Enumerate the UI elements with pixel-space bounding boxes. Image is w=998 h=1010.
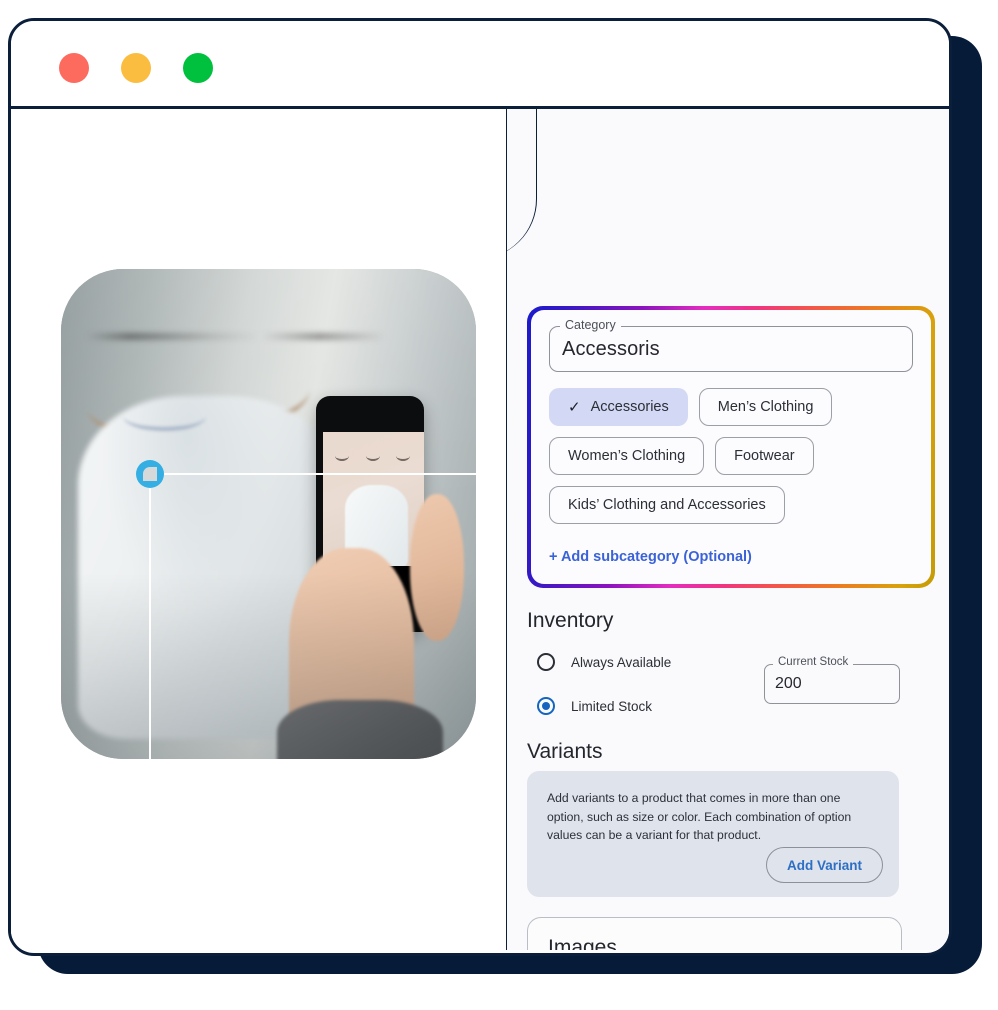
images-heading: Images bbox=[548, 936, 617, 950]
category-input-value: Accessoris bbox=[562, 337, 660, 360]
category-chip-label: Women’s Clothing bbox=[568, 448, 686, 464]
variants-panel: Add variants to a product that comes in … bbox=[527, 771, 899, 897]
variants-description: Add variants to a product that comes in … bbox=[547, 791, 852, 843]
product-image-pane bbox=[11, 109, 506, 950]
crop-handle-top-left[interactable] bbox=[136, 460, 164, 488]
category-chip-label: Kids’ Clothing and Accessories bbox=[568, 497, 766, 513]
category-chip-group: ✓ Accessories Men’s Clothing Women’s Clo… bbox=[549, 388, 913, 524]
window-body: Category Accessoris ✓ Accessories Men’s bbox=[11, 109, 949, 950]
maximize-window-button[interactable] bbox=[183, 53, 213, 83]
inventory-radio-group: Always Available Limited Stock bbox=[537, 647, 671, 735]
current-stock-label: Current Stock bbox=[773, 656, 854, 669]
add-subcategory-link[interactable]: + Add subcategory (Optional) bbox=[549, 549, 752, 565]
add-variant-button[interactable]: Add Variant bbox=[765, 847, 883, 883]
category-chip-footwear[interactable]: Footwear bbox=[715, 437, 814, 475]
inventory-option-label: Limited Stock bbox=[571, 698, 653, 714]
category-chip-womens-clothing[interactable]: Women’s Clothing bbox=[549, 437, 705, 475]
inventory-option-limited-stock[interactable]: Limited Stock bbox=[537, 691, 671, 721]
category-chip-row: Women’s Clothing Footwear bbox=[549, 437, 913, 475]
minimize-window-button[interactable] bbox=[121, 53, 151, 83]
crop-selection-rectangle[interactable] bbox=[136, 460, 476, 759]
category-chip-row: ✓ Accessories Men’s Clothing bbox=[549, 388, 913, 426]
category-chip-label: Men’s Clothing bbox=[717, 399, 814, 415]
category-section-inner: Category Accessoris ✓ Accessories Men’s bbox=[531, 310, 931, 584]
category-chip-row: Kids’ Clothing and Accessories bbox=[549, 486, 913, 524]
category-chip-label: Footwear bbox=[734, 448, 795, 464]
images-panel: Images Add images to show your product i… bbox=[527, 917, 902, 950]
current-stock-value: 200 bbox=[775, 675, 802, 692]
close-window-button[interactable] bbox=[59, 53, 89, 83]
scene: Category Accessoris ✓ Accessories Men’s bbox=[0, 0, 998, 1010]
category-input[interactable]: Category Accessoris bbox=[549, 319, 913, 372]
inventory-option-always-available[interactable]: Always Available bbox=[537, 647, 671, 677]
category-section-card: Category Accessoris ✓ Accessories Men’s bbox=[527, 306, 935, 588]
inventory-option-label: Always Available bbox=[571, 654, 672, 670]
current-stock-input[interactable]: Current Stock 200 bbox=[764, 656, 900, 704]
category-chip-accessories[interactable]: ✓ Accessories bbox=[549, 388, 688, 426]
inventory-heading: Inventory bbox=[527, 609, 614, 632]
check-icon: ✓ bbox=[568, 398, 581, 416]
radio-selected-icon bbox=[537, 697, 555, 715]
category-input-label: Category bbox=[560, 319, 621, 332]
pane-divider-curve bbox=[507, 109, 537, 259]
category-chip-mens-clothing[interactable]: Men’s Clothing bbox=[698, 388, 833, 426]
product-photo[interactable] bbox=[61, 269, 476, 759]
category-chip-kids-clothing[interactable]: Kids’ Clothing and Accessories bbox=[549, 486, 785, 524]
radio-unselected-icon bbox=[537, 653, 555, 671]
variants-heading: Variants bbox=[527, 740, 603, 763]
product-form-pane: Category Accessoris ✓ Accessories Men’s bbox=[506, 109, 949, 950]
window-title-bar bbox=[11, 21, 949, 109]
category-chip-label: Accessories bbox=[590, 399, 669, 415]
app-window: Category Accessoris ✓ Accessories Men’s bbox=[8, 18, 952, 956]
